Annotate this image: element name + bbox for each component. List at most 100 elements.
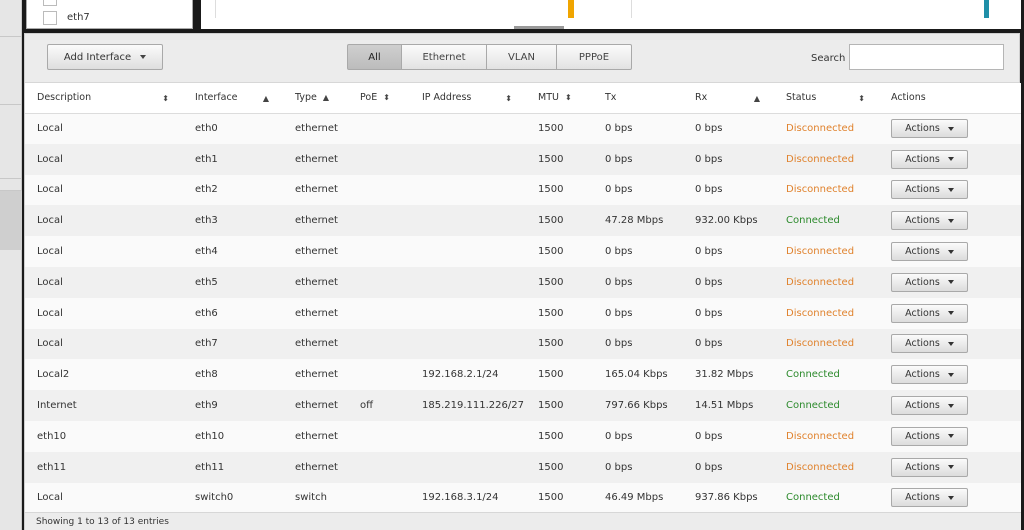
cell-interface: eth0 [183, 113, 283, 144]
cell-type: ethernet [283, 328, 348, 360]
cell-status: Disconnected [774, 266, 879, 298]
chevron-down-icon [947, 311, 954, 316]
table-row: Local eth2 ethernet 1500 0 bps 0 bps Disconnec… [25, 174, 1021, 206]
cell-status: Disconnected [774, 236, 879, 267]
cell-status: Disconnected [774, 451, 879, 483]
table-row: eth11 eth11 ethernet 1500 0 bps 0 bps Disconne… [25, 451, 1021, 483]
cell-tx: 797.66 Kbps [593, 390, 683, 421]
cell-tx: 0 bps [593, 328, 683, 360]
cell-mtu: 1500 [526, 390, 593, 421]
cell-rx: 0 bps [683, 143, 774, 175]
table-row: eth10 eth10 ethernet 1500 0 bps 0 bps Disconne… [25, 420, 1021, 452]
sort-asc-icon: ▲ [322, 93, 329, 103]
filter-tab-label: All [368, 51, 381, 63]
cell-tx: 0 bps [593, 113, 683, 144]
cell-description: Local [25, 174, 183, 206]
chart-gridline [215, 0, 216, 18]
cell-actions: Actions [879, 113, 1021, 144]
legend-checkbox-eth7[interactable] [43, 11, 57, 25]
cell-interface: eth9 [183, 390, 283, 421]
row-actions-label: Actions [905, 307, 940, 319]
row-actions-button[interactable]: Actions [891, 365, 968, 385]
row-actions-button[interactable]: Actions [891, 180, 968, 200]
row-actions-button[interactable]: Actions [891, 488, 968, 508]
table-header-row: Description ⬍ Interface ▲ Type ▲ PoE ⬍ IP Ad… [25, 83, 1021, 114]
column-header-interface[interactable]: Interface ▲ [183, 83, 283, 114]
cell-actions: Actions [879, 482, 1021, 514]
search-input[interactable] [849, 44, 1004, 70]
filter-tab-ethernet[interactable]: Ethernet [401, 44, 487, 70]
row-actions-button[interactable]: Actions [891, 149, 968, 169]
cell-mtu: 1500 [526, 174, 593, 206]
row-actions-button[interactable]: Actions [891, 211, 968, 231]
row-actions-button[interactable]: Actions [891, 396, 968, 416]
cell-poe [348, 297, 410, 329]
cell-rx: 0 bps [683, 174, 774, 206]
chart-gridline [631, 0, 632, 18]
cell-mtu: 1500 [526, 482, 593, 514]
add-interface-button[interactable]: Add Interface [47, 44, 163, 70]
cell-rx: 31.82 Mbps [683, 359, 774, 391]
column-header-tx[interactable]: Tx [593, 83, 683, 114]
sort-both-icon: ⬍ [162, 94, 169, 103]
cell-rx: 0 bps [683, 297, 774, 329]
cell-type: ethernet [283, 113, 348, 144]
row-actions-label: Actions [905, 246, 940, 258]
column-header-status[interactable]: Status ⬍ [774, 83, 879, 114]
entries-info: Showing 1 to 13 of 13 entries [36, 517, 169, 527]
chevron-down-icon [140, 55, 147, 59]
header-label: Tx [605, 92, 617, 104]
header-label: PoE [360, 92, 378, 104]
row-actions-button[interactable]: Actions [891, 242, 968, 262]
cell-rx: 0 bps [683, 420, 774, 452]
nav-item-active[interactable] [0, 190, 22, 250]
legend-checkbox[interactable] [43, 0, 57, 6]
chart-resize-handle[interactable] [514, 26, 564, 29]
cell-interface: eth1 [183, 143, 283, 175]
sort-both-icon: ⬍ [505, 94, 512, 103]
cell-mtu: 1500 [526, 143, 593, 175]
filter-tabs: All Ethernet VLAN PPPoE [347, 44, 632, 70]
filter-tab-pppoe[interactable]: PPPoE [556, 44, 632, 70]
chevron-down-icon [947, 372, 954, 377]
cell-rx: 0 bps [683, 266, 774, 298]
cell-poe [348, 482, 410, 514]
row-actions-button[interactable]: Actions [891, 272, 968, 292]
cell-tx: 0 bps [593, 143, 683, 175]
column-header-rx[interactable]: Rx ▲ [683, 83, 774, 114]
row-actions-label: Actions [905, 153, 940, 165]
cell-interface: eth2 [183, 174, 283, 206]
filter-tab-all[interactable]: All [347, 44, 402, 70]
table-row: Local eth3 ethernet 1500 47.28 Mbps 932.00 Kb… [25, 205, 1021, 237]
column-header-description[interactable]: Description ⬍ [25, 83, 183, 114]
cell-description: Local2 [25, 359, 183, 391]
chevron-down-icon [947, 403, 954, 408]
column-header-actions: Actions [879, 83, 1021, 114]
cell-rx: 0 bps [683, 451, 774, 483]
cell-ip [410, 266, 526, 298]
row-actions-button[interactable]: Actions [891, 119, 968, 139]
column-header-type[interactable]: Type ▲ [283, 83, 348, 114]
sort-asc-icon: ▲ [753, 94, 760, 103]
cell-actions: Actions [879, 328, 1021, 360]
cell-poe [348, 205, 410, 237]
column-header-poe[interactable]: PoE ⬍ [348, 83, 410, 114]
cell-actions: Actions [879, 359, 1021, 391]
row-actions-button[interactable]: Actions [891, 303, 968, 323]
interfaces-toolbar: Add Interface All Ethernet VLAN PPPoE Se… [25, 34, 1019, 83]
cell-ip: 185.219.111.226/27 [410, 390, 526, 421]
column-header-mtu[interactable]: MTU ⬍ [526, 83, 593, 114]
cell-actions: Actions [879, 205, 1021, 237]
row-actions-button[interactable]: Actions [891, 457, 968, 477]
row-actions-button[interactable]: Actions [891, 334, 968, 354]
traffic-chart [201, 0, 1021, 29]
header-label: Status [786, 92, 817, 104]
column-header-ip-address[interactable]: IP Address ⬍ [410, 83, 526, 114]
row-actions-button[interactable]: Actions [891, 426, 968, 446]
cell-interface: eth6 [183, 297, 283, 329]
cell-description: Local [25, 328, 183, 360]
cell-actions: Actions [879, 297, 1021, 329]
nav-divider [0, 178, 22, 179]
filter-tab-vlan[interactable]: VLAN [486, 44, 557, 70]
traffic-chart-area: eth7 [22, 0, 1024, 30]
